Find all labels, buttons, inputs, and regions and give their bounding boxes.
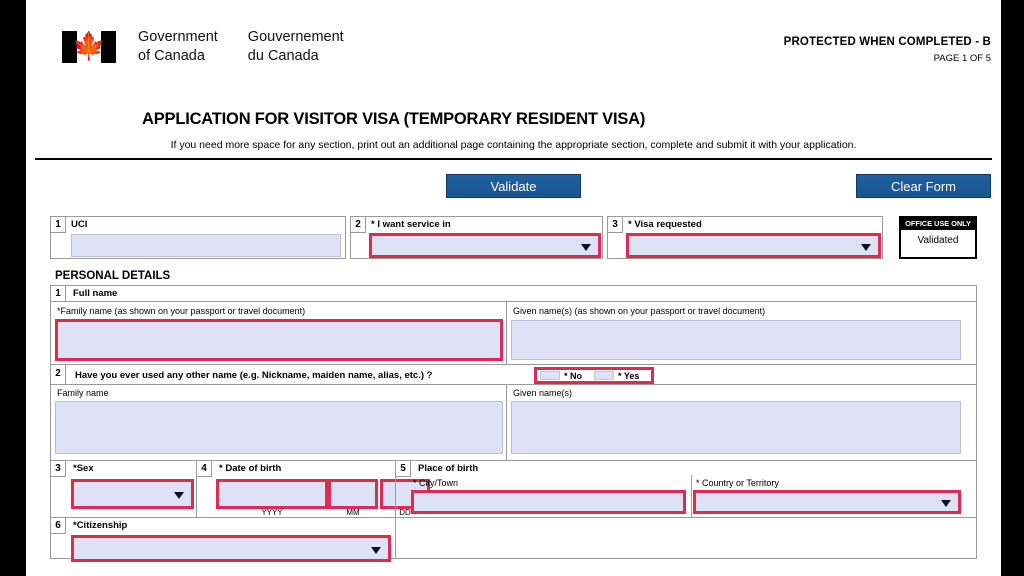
visa-requested-dropdown[interactable] <box>626 233 881 258</box>
given-name-label: Given name(s) (as shown on your passport… <box>513 306 766 316</box>
gov-en-line1: Government <box>138 29 218 45</box>
full-name-label: Full name <box>73 288 118 299</box>
uci-field-number: 1 <box>51 217 66 233</box>
uci-input[interactable] <box>71 234 341 257</box>
sex-dropdown[interactable] <box>71 479 194 509</box>
government-of-canada-wordmark: 🍁 Government of Canada Gouvernement du C… <box>62 28 344 66</box>
other-name-question: Have you ever used any other name (e.g. … <box>75 370 433 381</box>
dob-label: * Date of birth <box>219 463 282 474</box>
citizenship-number: 6 <box>51 518 66 534</box>
other-name-yes-label: * Yes <box>618 370 640 381</box>
other-given-name-label: Given name(s) <box>513 388 573 398</box>
full-name-number: 1 <box>51 286 66 302</box>
other-name-number: 2 <box>51 365 66 384</box>
country-territory-dropdown[interactable] <box>693 490 961 514</box>
visa-requested-field-cell: 3 * Visa requested <box>607 216 883 259</box>
dob-month-input[interactable] <box>328 479 378 509</box>
family-name-label: *Family name (as shown on your passport … <box>57 306 306 316</box>
chevron-down-icon <box>941 500 951 507</box>
other-name-band: 2 Have you ever used any other name (e.g… <box>51 365 976 461</box>
citizenship-band: 6 *Citizenship <box>51 518 976 562</box>
citizenship-right-divider <box>395 518 396 558</box>
form-toolbar: Validate Clear Form <box>26 168 1001 212</box>
service-in-field-cell: 2 * I want service in <box>350 216 603 259</box>
family-name-input[interactable] <box>55 319 503 361</box>
city-town-label: * City/Town <box>413 478 459 488</box>
dob-month-hint: MM <box>346 508 360 517</box>
page-subtitle: If you need more space for any section, … <box>170 139 857 151</box>
gov-en-line2: of Canada <box>138 47 205 64</box>
gov-label-en: Government of Canada <box>138 28 218 66</box>
service-in-label: * I want service in <box>371 219 451 230</box>
office-use-only-box: OFFICE USE ONLY Validated <box>899 216 977 259</box>
other-name-yes-checkbox[interactable] <box>594 371 614 380</box>
country-territory-label: * Country or Territory <box>696 478 779 488</box>
full-name-band: 1 Full name *Family name (as shown on yo… <box>51 286 976 365</box>
visa-requested-label: * Visa requested <box>628 219 702 230</box>
visa-requested-field-number: 3 <box>608 217 623 233</box>
other-family-name-input[interactable] <box>55 401 503 454</box>
full-name-column-divider <box>506 302 507 364</box>
office-use-header: OFFICE USE ONLY <box>901 218 975 230</box>
dob-year-input[interactable] <box>216 479 328 509</box>
other-name-no-label: * No <box>564 370 582 381</box>
sex-number: 3 <box>51 461 66 477</box>
sex-label: *Sex <box>73 463 94 474</box>
service-in-dropdown[interactable] <box>369 233 601 258</box>
chevron-down-icon <box>174 492 184 499</box>
other-name-column-divider <box>506 385 507 460</box>
chevron-down-icon <box>861 243 871 251</box>
place-of-birth-label: Place of birth <box>418 463 479 474</box>
city-country-divider <box>691 475 692 517</box>
other-name-no-checkbox[interactable] <box>540 371 560 380</box>
validate-button[interactable]: Validate <box>446 174 581 198</box>
other-given-name-input[interactable] <box>511 401 961 454</box>
protected-marking: PROTECTED WHEN COMPLETED - B PAGE 1 OF 5 <box>784 36 991 64</box>
form-page: 🍁 Government of Canada Gouvernement du C… <box>26 0 1001 576</box>
form-area: 1 UCI 2 * I want service in 3 * Visa req… <box>26 216 1001 562</box>
gov-fr-line1: Gouvernement <box>247 29 344 45</box>
personal-details-table: 1 Full name *Family name (as shown on yo… <box>50 285 977 562</box>
gov-fr-line2: du Canada <box>247 47 319 64</box>
sex-dob-birthplace-band: 3 *Sex 4 * Date of birth YYYY MM DD 5 Pl… <box>51 461 976 518</box>
page-header: 🍁 Government of Canada Gouvernement du C… <box>26 0 1001 92</box>
gov-label-fr: Gouvernement du Canada <box>248 28 344 66</box>
other-family-name-label: Family name <box>57 388 109 398</box>
dob-year-hint: YYYY <box>261 508 283 517</box>
uci-label: UCI <box>71 219 88 230</box>
clear-form-button[interactable]: Clear Form <box>856 174 991 198</box>
citizenship-dropdown[interactable] <box>71 535 391 562</box>
office-use-validated-label: Validated <box>917 235 959 246</box>
given-name-input[interactable] <box>511 320 961 360</box>
chevron-down-icon <box>581 243 591 251</box>
service-in-field-number: 2 <box>351 217 366 233</box>
citizenship-label: *Citizenship <box>73 520 128 531</box>
top-field-row: 1 UCI 2 * I want service in 3 * Visa req… <box>50 216 977 259</box>
title-block: APPLICATION FOR VISITOR VISA (TEMPORARY … <box>26 110 1001 151</box>
other-name-yesno-group: * No * Yes <box>534 367 654 384</box>
page-title: APPLICATION FOR VISITOR VISA (TEMPORARY … <box>142 110 646 128</box>
section-title-personal-details: PERSONAL DETAILS <box>55 270 171 282</box>
canada-flag-icon: 🍁 <box>62 30 116 63</box>
page-indicator: PAGE 1 OF 5 <box>933 53 991 64</box>
place-of-birth-number: 5 <box>396 461 411 477</box>
dob-number: 4 <box>197 461 212 477</box>
uci-field-cell: 1 UCI <box>50 216 346 259</box>
title-divider <box>35 158 992 160</box>
city-town-input[interactable] <box>411 490 686 514</box>
protected-notice: PROTECTED WHEN COMPLETED - B <box>783 36 991 48</box>
chevron-down-icon <box>371 546 381 554</box>
